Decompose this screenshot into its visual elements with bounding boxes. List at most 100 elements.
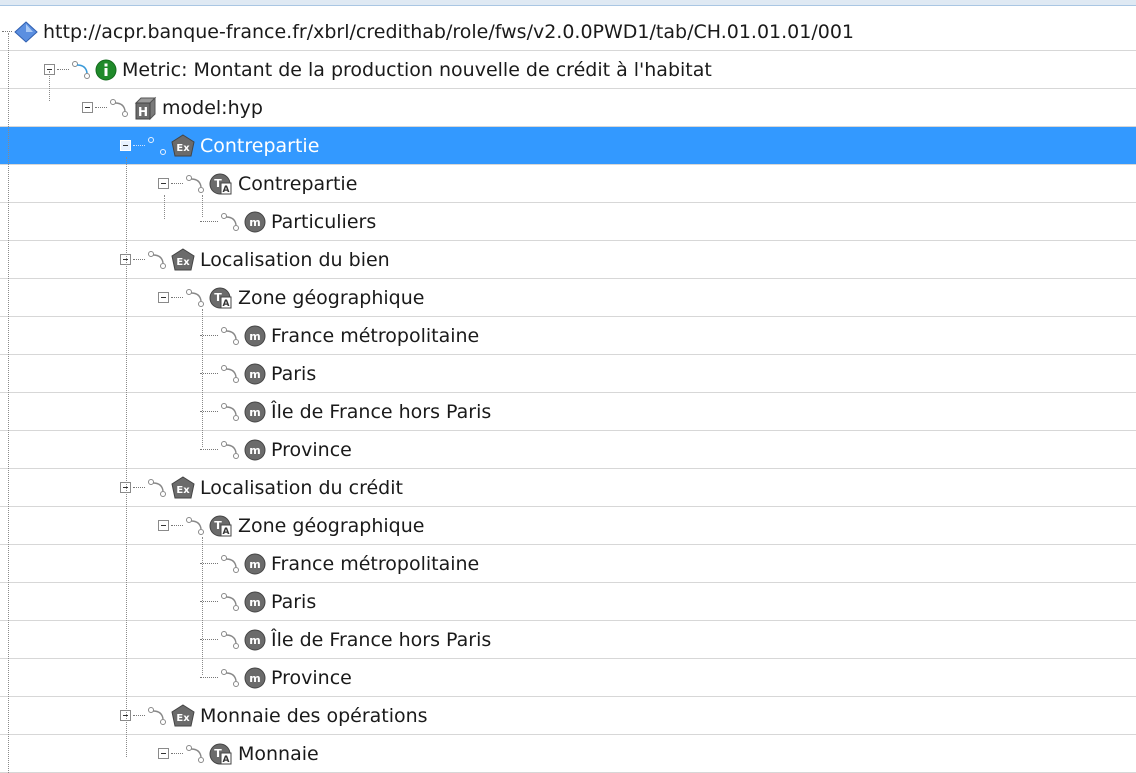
collapse-toggle[interactable]	[82, 102, 93, 113]
member-label: Particuliers	[271, 210, 377, 233]
member-label: Paris	[271, 590, 317, 613]
relationship-connector-icon	[186, 174, 204, 193]
svg-text:A: A	[223, 299, 230, 309]
relationship-connector-icon	[221, 364, 239, 383]
tree-row-metric[interactable]: Metric: Montant de la production nouvell…	[0, 51, 1136, 89]
relationship-connector-icon	[110, 98, 128, 117]
relationship-connector-icon	[221, 402, 239, 421]
member-icon: m	[244, 363, 266, 384]
tree-row-dimension[interactable]: Ex Localisation du crédit	[0, 469, 1136, 507]
member-icon: m	[244, 591, 266, 612]
collapse-toggle[interactable]	[158, 178, 169, 189]
member-label: Paris	[271, 362, 317, 385]
explicit-dimension-icon: Ex	[171, 703, 195, 726]
dimension-label: Contrepartie	[200, 134, 320, 157]
relationship-connector-icon	[186, 288, 204, 307]
tree-row-member[interactable]: m Paris	[0, 583, 1136, 621]
tree-row-member[interactable]: m Paris	[0, 355, 1136, 393]
relationship-connector-icon	[221, 592, 239, 611]
member-icon: m	[244, 325, 266, 346]
relationship-connector-icon	[148, 136, 166, 155]
svg-text:m: m	[249, 330, 260, 343]
svg-text:A: A	[223, 185, 230, 195]
tree-connector	[200, 221, 218, 222]
relationship-connector-icon	[221, 554, 239, 573]
metric-label: Metric: Montant de la production nouvell…	[122, 58, 712, 81]
tree-row-member[interactable]: m Province	[0, 431, 1136, 469]
tree-view[interactable]: http://acpr.banque-france.fr/xbrl/credit…	[0, 13, 1136, 773]
relationship-connector-icon	[148, 706, 166, 725]
collapse-toggle[interactable]	[120, 140, 131, 151]
svg-text:H: H	[138, 105, 148, 119]
tree-row-member[interactable]: m Île de France hors Paris	[0, 621, 1136, 659]
relationship-connector-icon	[148, 250, 166, 269]
tree-row-dimension[interactable]: Ex Monnaie des opérations	[0, 697, 1136, 735]
tree-connector	[133, 715, 145, 716]
dimension-label: Localisation du bien	[200, 248, 390, 271]
tree-connector	[133, 259, 145, 260]
tree-connector	[133, 145, 145, 146]
svg-text:A: A	[223, 527, 230, 537]
tree-guide-line	[49, 71, 50, 101]
member-icon: m	[244, 211, 266, 232]
tree-connector	[171, 183, 183, 184]
member-label: Province	[271, 666, 352, 689]
tree-connector	[133, 487, 145, 488]
tree-row-axis[interactable]: T A Monnaie	[0, 735, 1136, 773]
axis-label: Zone géographique	[238, 514, 425, 537]
axis-icon: T A	[209, 515, 232, 537]
tree-guide-line	[8, 33, 9, 773]
svg-text:Ex: Ex	[176, 485, 190, 496]
relationship-connector-icon	[221, 212, 239, 231]
explicit-dimension-icon: Ex	[171, 247, 195, 270]
collapse-toggle[interactable]	[158, 520, 169, 531]
tree-connector	[200, 449, 218, 450]
tree-row-member[interactable]: m Province	[0, 659, 1136, 697]
collapse-toggle[interactable]	[158, 748, 169, 759]
explicit-dimension-icon: Ex	[171, 475, 195, 498]
explicit-dimension-icon: Ex	[171, 133, 195, 156]
svg-text:Ex: Ex	[176, 257, 190, 268]
tree-guide-line	[202, 195, 203, 217]
axis-label: Monnaie	[238, 742, 319, 765]
relationship-connector-icon	[72, 60, 90, 79]
tree-row-member[interactable]: m France métropolitaine	[0, 545, 1136, 583]
svg-text:Ex: Ex	[176, 143, 190, 154]
member-label: Province	[271, 438, 352, 461]
tree-row-axis[interactable]: T A Contrepartie	[0, 165, 1136, 203]
svg-text:m: m	[249, 558, 260, 571]
tree-row-hypercube[interactable]: H model:hyp	[0, 89, 1136, 127]
dimension-label: Monnaie des opérations	[200, 704, 428, 727]
member-icon: m	[244, 667, 266, 688]
tree-row-member[interactable]: m Île de France hors Paris	[0, 393, 1136, 431]
hypercube-icon: H	[134, 96, 157, 120]
relationship-connector-icon	[221, 440, 239, 459]
member-label: Île de France hors Paris	[271, 400, 492, 423]
collapse-toggle[interactable]	[158, 292, 169, 303]
member-label: France métropolitaine	[271, 552, 480, 575]
svg-text:m: m	[249, 672, 260, 685]
hypercube-label: model:hyp	[162, 96, 263, 119]
relationship-connector-icon	[221, 668, 239, 687]
tree-row-axis[interactable]: T A Zone géographique	[0, 507, 1136, 545]
diamond-icon	[14, 20, 38, 43]
member-icon: m	[244, 439, 266, 460]
tree-connector	[95, 107, 107, 108]
tree-connector	[2, 31, 12, 32]
member-icon: m	[244, 553, 266, 574]
svg-text:m: m	[249, 634, 260, 647]
tree-connector	[171, 525, 183, 526]
member-label: France métropolitaine	[271, 324, 480, 347]
svg-text:m: m	[249, 444, 260, 457]
member-label: Île de France hors Paris	[271, 628, 492, 651]
tree-row-dimension[interactable]: Ex Contrepartie	[0, 127, 1136, 165]
root-role-label: http://acpr.banque-france.fr/xbrl/credit…	[43, 20, 855, 43]
tree-connector	[171, 753, 183, 754]
tree-row-member[interactable]: m France métropolitaine	[0, 317, 1136, 355]
tree-row-member[interactable]: m Particuliers	[0, 203, 1136, 241]
axis-label: Zone géographique	[238, 286, 425, 309]
tree-row-axis[interactable]: T A Zone géographique	[0, 279, 1136, 317]
tree-guide-line	[126, 157, 127, 757]
tree-row-dimension[interactable]: Ex Localisation du bien	[0, 241, 1136, 279]
tree-row-root[interactable]: http://acpr.banque-france.fr/xbrl/credit…	[0, 13, 1136, 51]
